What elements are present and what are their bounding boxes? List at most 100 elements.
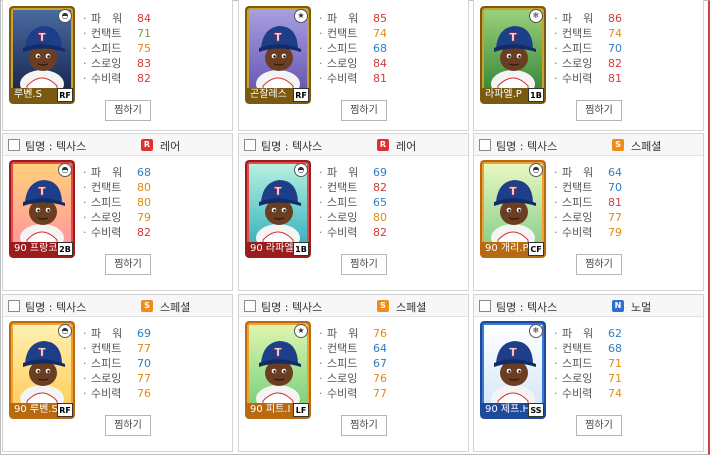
player-card[interactable]: T ◓ 루벤.S RF	[9, 6, 75, 104]
bat-icon: ◓	[58, 324, 72, 338]
stat-value: 64	[608, 166, 622, 179]
stat-label: 파 워	[91, 166, 123, 179]
player-card[interactable]: T ❄ 라파엘.P 1B	[480, 6, 546, 104]
stat-label: 스피드	[91, 42, 122, 55]
stat-value: 79	[608, 226, 622, 239]
stat-value: 74	[373, 27, 387, 40]
wishlist-button[interactable]: 찜하기	[105, 100, 151, 121]
select-checkbox[interactable]	[8, 139, 20, 151]
stat-row-contact: · 컨택트 70	[554, 181, 622, 194]
team-name: 팀명 : 텍사스	[496, 301, 558, 314]
stat-label: 수비력	[562, 72, 593, 85]
stat-row-speed: · 스피드 70	[554, 42, 622, 55]
stat-label: 스피드	[91, 357, 122, 370]
player-card[interactable]: T ◓ 90 라파엘.P 1B	[245, 160, 311, 258]
stat-label: 파 워	[562, 12, 594, 25]
team-name: 팀명 : 텍사스	[25, 140, 87, 153]
player-card[interactable]: T ★ 곤잘레스 RF	[245, 6, 311, 104]
stat-list: · 파 워 69 · 컨택트 82 · 스피드 65 · 스로잉 80 · 수비력 82	[319, 165, 387, 240]
stat-list: · 파 워 68 · 컨택트 80 · 스피드 80 · 스로잉 79 · 수비력 82	[83, 165, 151, 240]
player-card-cell: T ◓ 루벤.S RF · 파 워 84 · 컨택트 71 · 스피드 75 · 스로잉 83 · 수비력…	[2, 0, 233, 131]
stat-value: 70	[608, 181, 622, 194]
stat-label: 컨택트	[91, 342, 122, 355]
stat-label: 파 워	[327, 166, 359, 179]
wishlist-button[interactable]: 찜하기	[105, 415, 151, 436]
stat-row-speed: · 스피드 81	[554, 196, 622, 209]
stat-row-defense: · 수비력 82	[83, 72, 151, 85]
stat-value: 70	[137, 357, 151, 370]
stat-row-defense: · 수비력 81	[319, 72, 387, 85]
stat-row-throw: · 스로잉 76	[319, 372, 387, 385]
wishlist-button[interactable]: 찜하기	[576, 100, 622, 121]
select-checkbox[interactable]	[479, 139, 491, 151]
svg-text:T: T	[274, 185, 282, 198]
stat-label: 스피드	[562, 42, 593, 55]
player-card-cell: 팀명 : 텍사스 R 레어 T ◓ 90 라파엘.P 1B · 파 워 69 · 컨택트…	[238, 133, 469, 291]
stat-label: 파 워	[91, 12, 123, 25]
stat-label: 스피드	[562, 196, 593, 209]
stat-value: 80	[373, 211, 387, 224]
player-card[interactable]: T ❄ 90 제프.H SS	[480, 321, 546, 419]
stat-label: 스피드	[327, 357, 358, 370]
position-badge: RF	[57, 88, 73, 102]
wishlist-button[interactable]: 찜하기	[341, 415, 387, 436]
stat-row-defense: · 수비력 82	[319, 226, 387, 239]
grade-label: 스페셜	[396, 301, 427, 314]
star-icon: ★	[294, 9, 308, 23]
wishlist-button[interactable]: 찜하기	[341, 254, 387, 275]
stat-value: 84	[373, 57, 387, 70]
stat-row-throw: · 스로잉 77	[554, 211, 622, 224]
stat-value: 62	[608, 327, 622, 340]
stat-row-defense: · 수비력 81	[554, 72, 622, 85]
stat-value: 86	[608, 12, 622, 25]
select-checkbox[interactable]	[479, 300, 491, 312]
stat-value: 69	[137, 327, 151, 340]
stat-label: 수비력	[91, 226, 122, 239]
bat-icon: ◓	[529, 163, 543, 177]
stat-label: 컨택트	[562, 342, 593, 355]
wishlist-button[interactable]: 찜하기	[576, 254, 622, 275]
stat-label: 스로잉	[327, 211, 358, 224]
stat-label: 컨택트	[562, 27, 593, 40]
wishlist-button[interactable]: 찜하기	[105, 254, 151, 275]
stat-value: 82	[137, 72, 151, 85]
stat-row-defense: · 수비력 77	[319, 387, 387, 400]
grade-label: 레어	[160, 140, 181, 153]
stat-label: 수비력	[91, 72, 122, 85]
card-header: 팀명 : 텍사스 R 레어	[239, 134, 468, 156]
player-card[interactable]: T ◓ 90 개리.P CF	[480, 160, 546, 258]
player-card[interactable]: T ★ 90 피트.I LF	[245, 321, 311, 419]
stat-label: 컨택트	[91, 181, 122, 194]
player-card[interactable]: T ◓ 90 프랑코 2B	[9, 160, 75, 258]
stat-label: 스피드	[91, 196, 122, 209]
team-name: 팀명 : 텍사스	[261, 301, 323, 314]
player-card[interactable]: T ◓ 90 루벤.S RF	[9, 321, 75, 419]
stat-value: 84	[137, 12, 151, 25]
player-card-grid: T ◓ 루벤.S RF · 파 워 84 · 컨택트 71 · 스피드 75 · 스로잉 83 · 수비력…	[2, 0, 706, 455]
stat-row-contact: · 컨택트 77	[83, 342, 151, 355]
card-header: 팀명 : 텍사스 S 스페셜	[239, 295, 468, 317]
position-badge: LF	[293, 403, 309, 417]
stat-label: 파 워	[327, 327, 359, 340]
stat-value: 70	[608, 42, 622, 55]
stat-row-throw: · 스로잉 83	[83, 57, 151, 70]
wishlist-button[interactable]: 찜하기	[576, 415, 622, 436]
stat-value: 71	[608, 372, 622, 385]
stat-label: 수비력	[327, 387, 358, 400]
stat-value: 76	[373, 327, 387, 340]
select-checkbox[interactable]	[244, 300, 256, 312]
stat-list: · 파 워 86 · 컨택트 74 · 스피드 70 · 스로잉 82 · 수비력 81	[554, 11, 622, 86]
stat-row-contact: · 컨택트 74	[554, 27, 622, 40]
snow-icon: ❄	[529, 324, 543, 338]
stat-value: 77	[137, 372, 151, 385]
stat-value: 71	[608, 357, 622, 370]
player-card-cell: 팀명 : 텍사스 R 레어 T ◓ 90 프랑코 2B · 파 워 68 · 컨택트 80…	[2, 133, 233, 291]
select-checkbox[interactable]	[8, 300, 20, 312]
stat-value: 81	[373, 72, 387, 85]
stat-row-throw: · 스로잉 77	[83, 372, 151, 385]
wishlist-button[interactable]: 찜하기	[341, 100, 387, 121]
select-checkbox[interactable]	[244, 139, 256, 151]
stat-value: 71	[137, 27, 151, 40]
stat-label: 파 워	[327, 12, 359, 25]
position-badge: RF	[57, 403, 73, 417]
